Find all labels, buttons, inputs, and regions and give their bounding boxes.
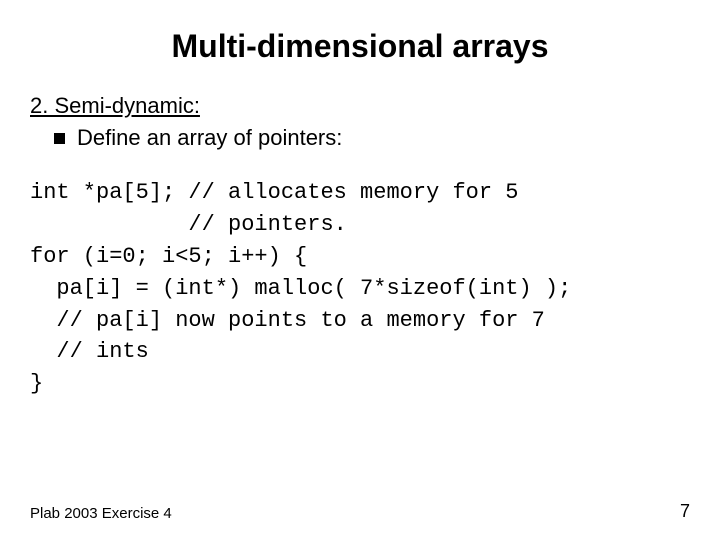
square-bullet-icon [54,133,65,144]
slide: Multi-dimensional arrays 2. Semi-dynamic… [0,0,720,540]
slide-footer: Plab 2003 Exercise 4 7 [30,501,690,522]
code-block: int *pa[5]; // allocates memory for 5 //… [30,177,690,400]
footer-left-text: Plab 2003 Exercise 4 [30,505,172,522]
bullet-item: Define an array of pointers: [54,125,690,151]
slide-title: Multi-dimensional arrays [30,28,690,65]
section-subheading: 2. Semi-dynamic: [30,93,690,119]
bullet-text: Define an array of pointers: [77,125,342,151]
page-number: 7 [680,501,690,522]
